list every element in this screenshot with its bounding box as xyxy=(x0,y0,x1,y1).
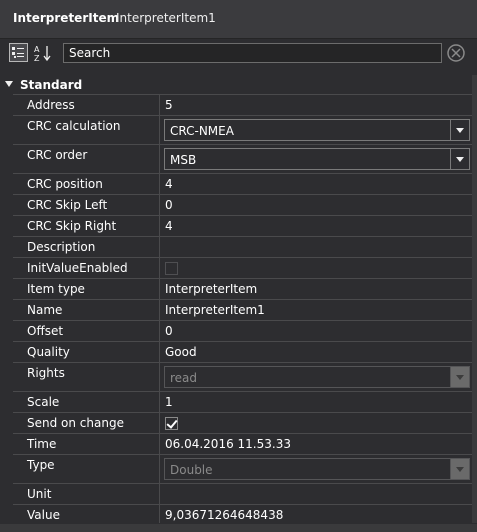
description-panel-splitter[interactable] xyxy=(0,524,477,532)
property-grid-window: InterpreterItem InterpreterItem1 A Z Sea… xyxy=(0,0,477,532)
property-value[interactable]: 4 xyxy=(165,177,173,191)
property-row-time[interactable]: Time 06.04.2016 11.53.33 xyxy=(13,433,472,454)
property-name: CRC Skip Left xyxy=(27,198,108,212)
property-row-scale[interactable]: Scale 1 xyxy=(13,391,472,412)
initvalueenabled-checkbox xyxy=(165,262,178,275)
category-header-standard[interactable]: Standard xyxy=(0,75,472,95)
property-name: Address xyxy=(27,98,75,112)
property-row-offset[interactable]: Offset 0 xyxy=(13,320,472,341)
property-row-crc-position[interactable]: CRC position 4 xyxy=(13,173,472,194)
property-name: Item type xyxy=(27,282,85,296)
collapse-arrow-icon[interactable] xyxy=(5,81,13,87)
property-toolbar: A Z xyxy=(0,39,477,69)
sort-alphabetical-icon[interactable]: A Z xyxy=(33,43,53,63)
property-row-initvalueenabled[interactable]: InitValueEnabled xyxy=(13,257,472,278)
type-dropdown: Double xyxy=(164,458,470,480)
property-value[interactable]: 0 xyxy=(165,198,173,212)
property-name: Offset xyxy=(27,324,64,338)
property-row-quality[interactable]: Quality Good xyxy=(13,341,472,362)
property-name: Description xyxy=(27,240,96,254)
search-input[interactable] xyxy=(63,43,442,63)
property-value[interactable]: 06.04.2016 11.53.33 xyxy=(165,437,291,451)
property-row-value[interactable]: Value 9,03671264648438 xyxy=(13,504,472,523)
selected-object-name: InterpreterItem1 xyxy=(116,11,216,25)
property-value[interactable]: 4 xyxy=(165,219,173,233)
crc-order-dropdown[interactable]: MSB xyxy=(164,148,470,170)
property-name: Time xyxy=(27,437,57,451)
property-row-crc-order[interactable]: CRC order MSB xyxy=(13,144,472,173)
property-name: CRC Skip Right xyxy=(27,219,117,233)
vertical-scrollbar[interactable] xyxy=(472,75,477,523)
selected-object-type: InterpreterItem xyxy=(13,11,120,25)
svg-text:Z: Z xyxy=(34,54,40,63)
dropdown-value: CRC-NMEA xyxy=(170,124,234,138)
property-row-rights[interactable]: Rights read xyxy=(13,362,472,391)
property-value[interactable]: InterpreterItem1 xyxy=(165,303,265,317)
clear-search-icon[interactable] xyxy=(446,43,466,63)
property-row-address[interactable]: Address 5 xyxy=(13,94,472,115)
crc-calculation-dropdown[interactable]: CRC-NMEA xyxy=(164,119,470,141)
property-name: InitValueEnabled xyxy=(27,261,128,275)
property-row-unit[interactable]: Unit xyxy=(13,483,472,504)
property-name: Quality xyxy=(27,345,70,359)
property-row-description[interactable]: Description xyxy=(13,236,472,257)
property-row-crc-calculation[interactable]: CRC calculation CRC-NMEA xyxy=(13,115,472,144)
property-name: CRC calculation xyxy=(27,119,121,133)
property-value[interactable]: InterpreterItem xyxy=(165,282,257,296)
property-name: Name xyxy=(27,303,63,317)
category-label: Standard xyxy=(20,78,83,92)
dropdown-value: Double xyxy=(170,463,213,477)
property-name: CRC order xyxy=(27,148,88,162)
dropdown-value: read xyxy=(170,371,198,385)
property-value[interactable]: 1 xyxy=(165,395,173,409)
chevron-down-icon[interactable] xyxy=(450,149,469,169)
svg-text:A: A xyxy=(34,45,40,54)
property-name: Rights xyxy=(27,366,65,380)
property-row-item-type[interactable]: Item type InterpreterItem xyxy=(13,278,472,299)
property-row-crc-skip-right[interactable]: CRC Skip Right 4 xyxy=(13,215,472,236)
categorized-icon[interactable] xyxy=(9,43,28,62)
property-name: Value xyxy=(27,508,60,522)
property-row-type[interactable]: Type Double xyxy=(13,454,472,483)
property-value[interactable]: Good xyxy=(165,345,197,359)
property-name: Unit xyxy=(27,487,52,501)
property-grid: Standard Address 5 CRC calculation CRC-N… xyxy=(0,75,472,523)
property-name: Send on change xyxy=(27,416,124,430)
selected-object-header: InterpreterItem InterpreterItem1 xyxy=(0,0,477,39)
property-row-crc-skip-left[interactable]: CRC Skip Left 0 xyxy=(13,194,472,215)
property-row-name[interactable]: Name InterpreterItem1 xyxy=(13,299,472,320)
chevron-down-icon xyxy=(450,367,469,387)
property-row-send-on-change[interactable]: Send on change xyxy=(13,412,472,433)
property-name: Scale xyxy=(27,395,60,409)
send-on-change-checkbox[interactable] xyxy=(165,417,178,430)
property-value[interactable]: 9,03671264648438 xyxy=(165,508,283,522)
property-value[interactable]: 5 xyxy=(165,98,173,112)
rights-dropdown: read xyxy=(164,366,470,388)
property-name: Type xyxy=(27,458,55,472)
property-name: CRC position xyxy=(27,177,103,191)
chevron-down-icon xyxy=(450,459,469,479)
dropdown-value: MSB xyxy=(170,153,197,167)
property-value[interactable]: 0 xyxy=(165,324,173,338)
chevron-down-icon[interactable] xyxy=(450,120,469,140)
